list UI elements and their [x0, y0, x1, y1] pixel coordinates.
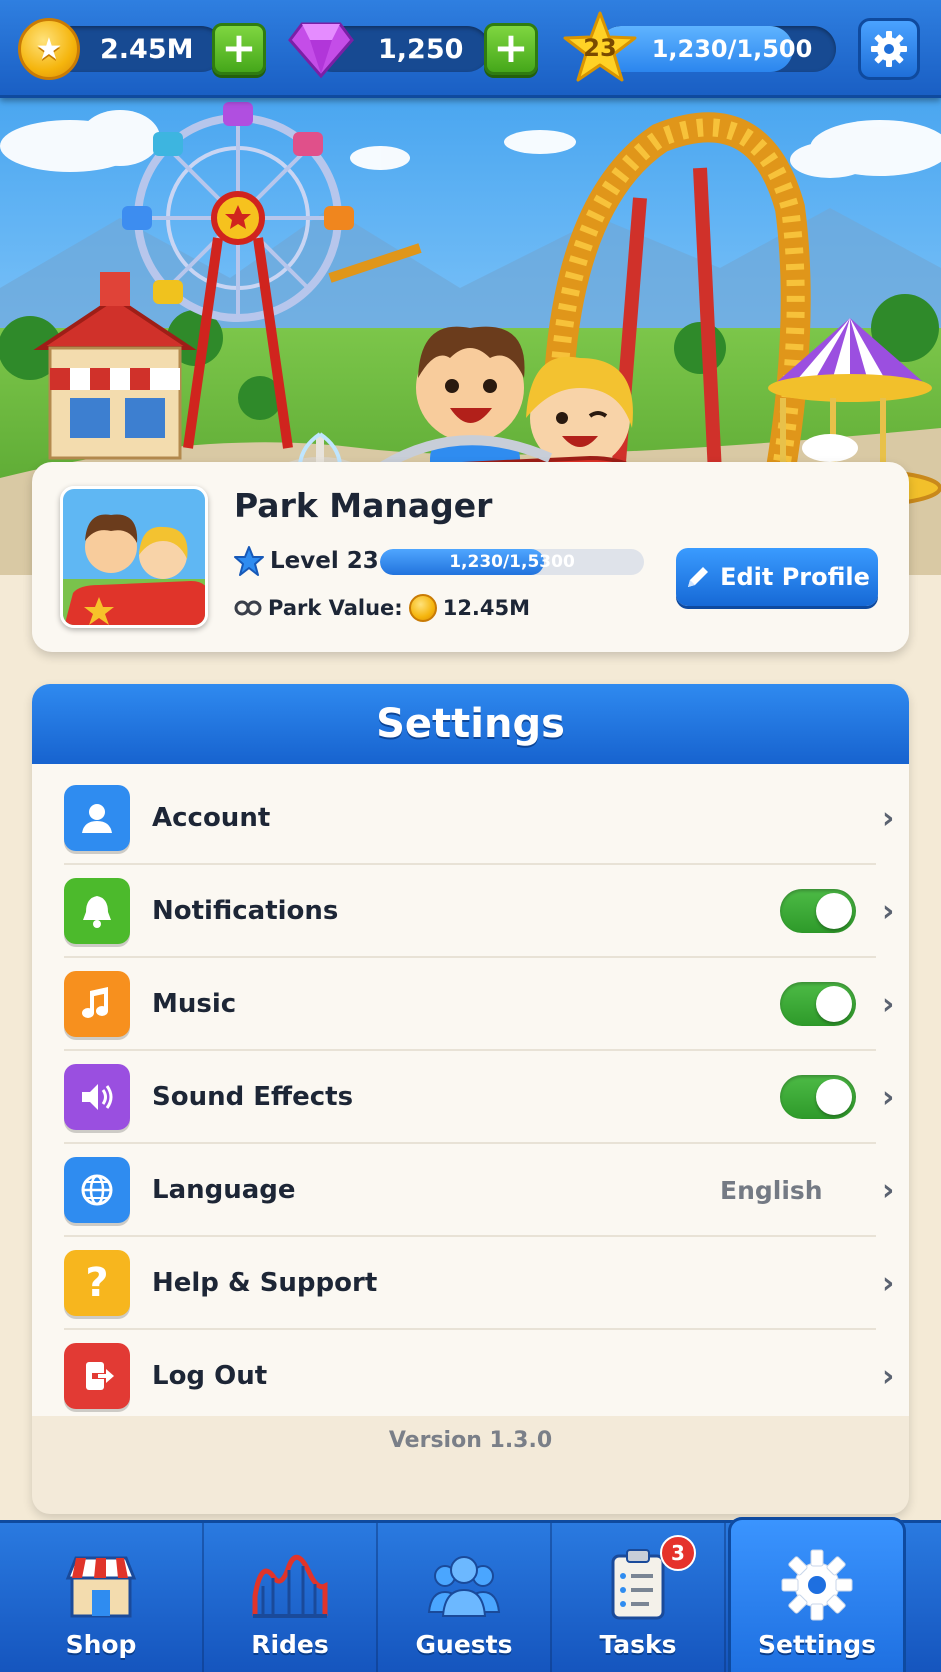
- settings-row-label: Language: [152, 1175, 296, 1205]
- sound-effects-toggle[interactable]: [780, 1075, 856, 1119]
- coin-amount: 2.45M: [100, 33, 194, 65]
- settings-row-label: Music: [152, 989, 237, 1019]
- pencil-icon: [688, 567, 709, 587]
- settings-row-account[interactable]: Account ›: [64, 772, 894, 865]
- nav-label: Shop: [65, 1630, 137, 1659]
- settings-row-music[interactable]: Music ›: [64, 958, 894, 1051]
- currency-bar: 2.45M ★ + 1,250 + 1,230/1,500 23: [0, 0, 941, 98]
- park-value-label: Park Value:: [268, 596, 403, 620]
- profile-card: Park Manager Level 23 1,230/1,5300 Park …: [32, 462, 909, 652]
- star-icon: [234, 546, 264, 576]
- add-coins-button[interactable]: +: [212, 23, 266, 75]
- settings-title: Settings: [376, 701, 565, 747]
- nav-rides[interactable]: Rides: [204, 1523, 378, 1672]
- user-icon: [64, 785, 130, 851]
- nav-settings[interactable]: Settings: [728, 1517, 906, 1672]
- bottom-navigation: Shop Rides Guests 3 Tasks Settings: [0, 1517, 941, 1672]
- coin-icon: ★: [18, 18, 80, 80]
- chevron-right-icon: ›: [882, 801, 895, 836]
- settings-row-log-out[interactable]: Log Out ›: [64, 1330, 894, 1423]
- chevron-right-icon: ›: [882, 1266, 895, 1301]
- gem-icon: [288, 22, 354, 79]
- chevron-right-icon: ›: [882, 1173, 895, 1208]
- gear-icon: [781, 1549, 853, 1621]
- player-name: Park Manager: [234, 486, 493, 525]
- language-value: English: [720, 1176, 823, 1205]
- settings-row-notifications[interactable]: Notifications ›: [64, 865, 894, 958]
- settings-gear-button[interactable]: [858, 18, 920, 80]
- tasks-badge: 3: [660, 1535, 696, 1571]
- settings-header: Settings: [32, 684, 909, 764]
- settings-row-label: Account: [152, 803, 271, 833]
- toggle-knob: [816, 1079, 852, 1115]
- coin-icon: [408, 594, 437, 622]
- music-note-icon: [64, 971, 130, 1037]
- profile-xp-bar: 1,230/1,5300: [380, 549, 644, 575]
- chevron-right-icon: ›: [882, 987, 895, 1022]
- globe-icon: [64, 1157, 130, 1223]
- roller-coaster-icon: [252, 1554, 328, 1618]
- edit-profile-label: Edit Profile: [720, 563, 870, 591]
- add-gems-button[interactable]: +: [484, 23, 538, 75]
- settings-list: Account › Notifications › Music › Sound …: [32, 764, 909, 1416]
- profile-xp-text: 1,230/1,5300: [449, 552, 575, 572]
- gem-amount: 1,250: [378, 33, 464, 65]
- player-level: Level 23: [234, 546, 379, 576]
- version-text: Version 1.3.0: [388, 1428, 553, 1453]
- level-number: 23: [583, 34, 617, 62]
- question-icon: ?: [64, 1250, 130, 1316]
- settings-row-label: Sound Effects: [152, 1082, 354, 1112]
- settings-row-label: Log Out: [152, 1361, 268, 1391]
- toggle-knob: [816, 893, 852, 929]
- settings-row-label: Help & Support: [152, 1268, 378, 1298]
- avatar-image: [63, 489, 205, 625]
- settings-row-help-support[interactable]: ? Help & Support ›: [64, 1237, 894, 1330]
- edit-profile-button[interactable]: Edit Profile: [676, 548, 878, 606]
- chevron-right-icon: ›: [882, 894, 895, 929]
- toggle-knob: [816, 986, 852, 1022]
- guests-icon: [427, 1556, 501, 1617]
- nav-label: Tasks: [599, 1630, 677, 1659]
- settings-row-language[interactable]: Language English ›: [64, 1144, 894, 1237]
- nav-label: Settings: [757, 1630, 876, 1659]
- park-value-amount: 12.45M: [442, 596, 531, 620]
- chevron-right-icon: ›: [882, 1080, 895, 1115]
- nav-label: Guests: [415, 1630, 513, 1659]
- nav-label: Rides: [251, 1630, 329, 1659]
- avatar[interactable]: [60, 486, 208, 628]
- bell-icon: [64, 878, 130, 944]
- speaker-icon: [64, 1064, 130, 1130]
- nav-guests[interactable]: Guests: [378, 1523, 552, 1672]
- chevron-right-icon: ›: [882, 1359, 895, 1394]
- settings-row-label: Notifications: [152, 896, 339, 926]
- nav-shop[interactable]: Shop: [0, 1523, 204, 1672]
- level-star-badge: 23: [562, 10, 638, 86]
- settings-row-sound-effects[interactable]: Sound Effects ›: [64, 1051, 894, 1144]
- park-value: Park Value: 12.45M: [234, 594, 530, 622]
- logout-icon: [64, 1343, 130, 1409]
- player-level-label: Level 23: [270, 548, 379, 574]
- music-toggle[interactable]: [780, 982, 856, 1026]
- park-value-icon: [234, 600, 262, 616]
- settings-panel: Settings Account › Notifications › Music…: [32, 684, 909, 1514]
- nav-tasks[interactable]: 3 Tasks: [552, 1523, 726, 1672]
- gear-icon: [871, 31, 907, 67]
- notifications-toggle[interactable]: [780, 889, 856, 933]
- shop-icon: [65, 1556, 137, 1618]
